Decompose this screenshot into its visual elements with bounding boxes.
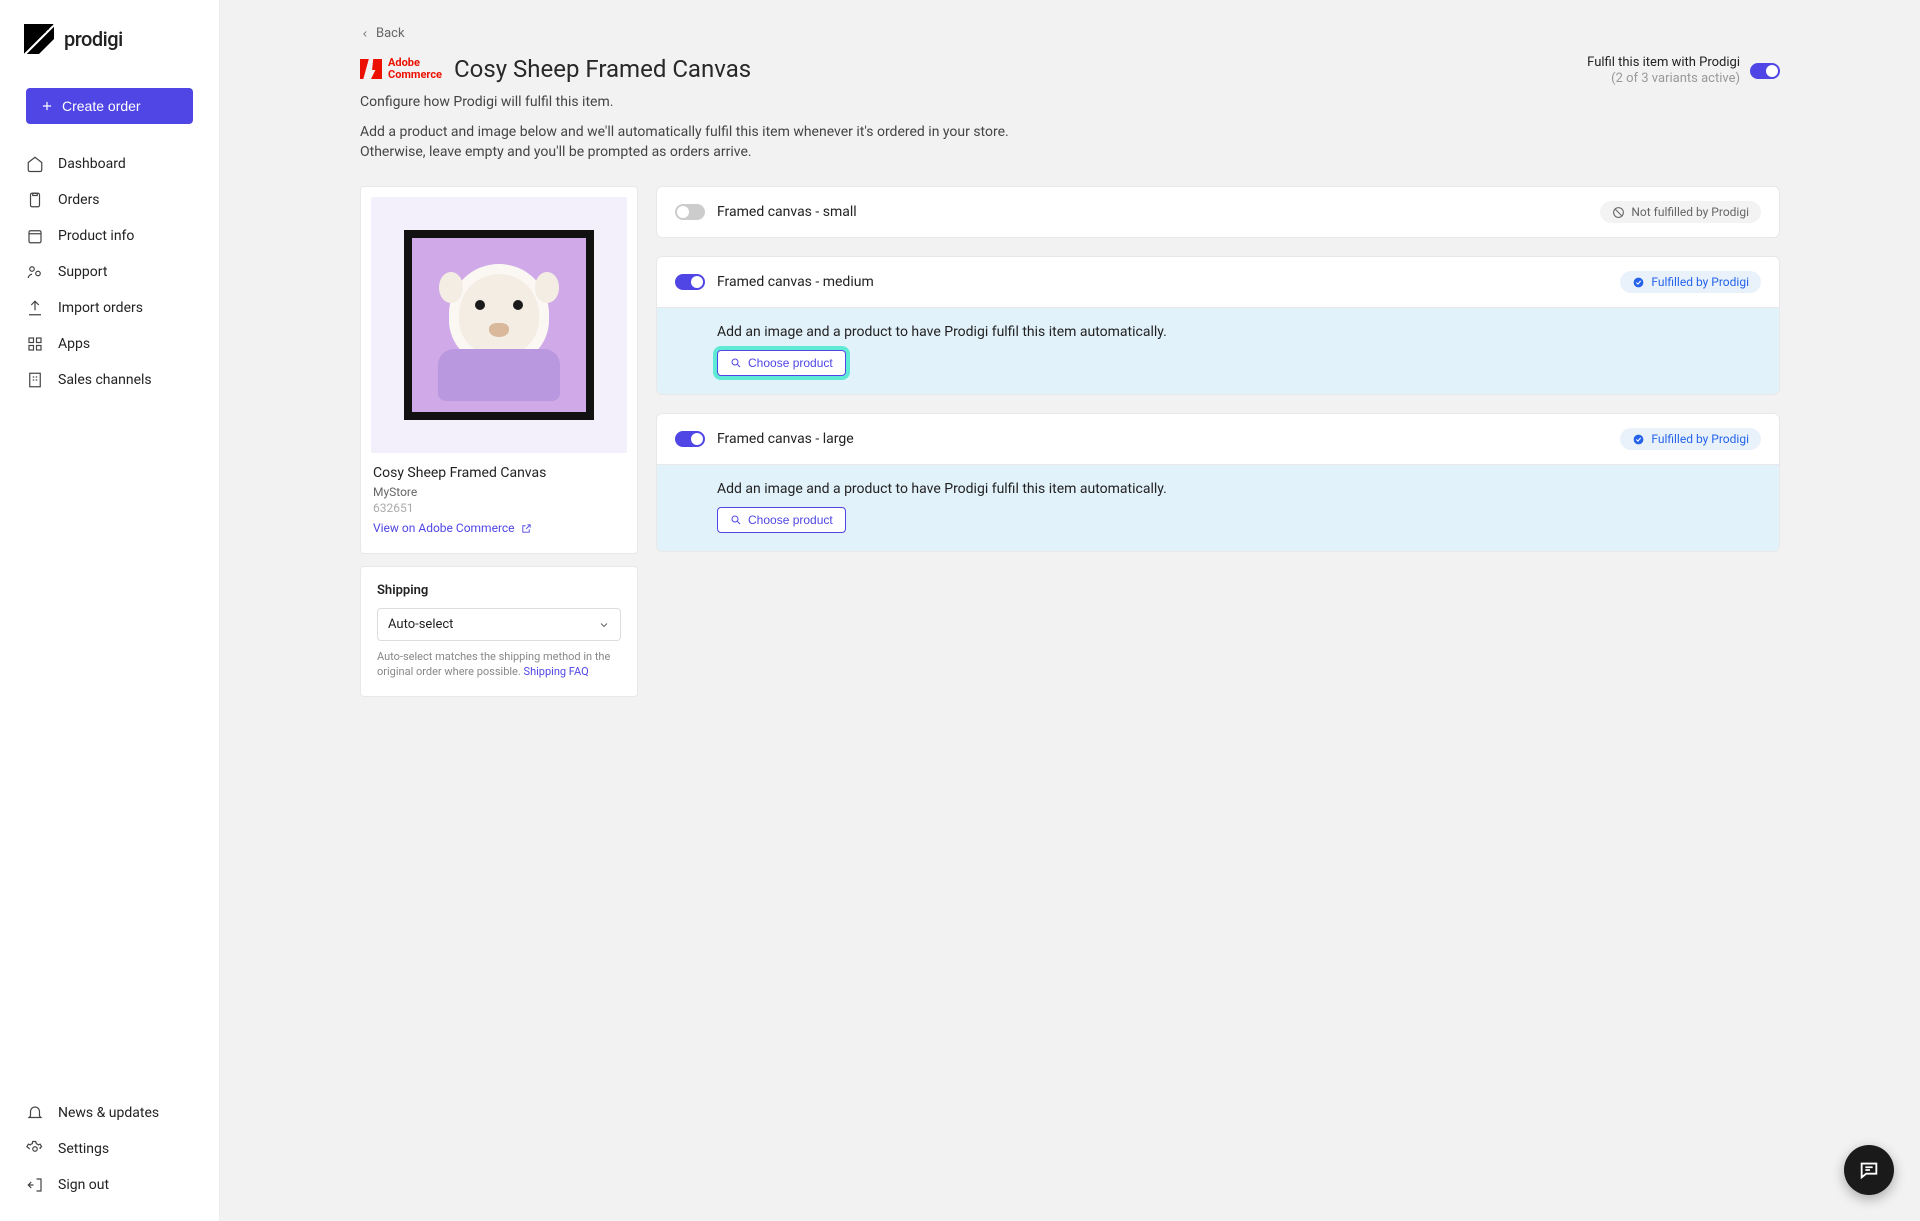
page-title: Cosy Sheep Framed Canvas bbox=[454, 55, 751, 83]
choose-product-label: Choose product bbox=[748, 356, 833, 370]
gear-icon bbox=[26, 1140, 44, 1158]
variant-row: Framed canvas - medium Fulfilled by Prod… bbox=[656, 256, 1780, 395]
badge-label: Fulfilled by Prodigi bbox=[1651, 432, 1749, 446]
building-icon bbox=[26, 371, 44, 389]
nav-label: Support bbox=[58, 264, 107, 280]
sidebar-item-apps[interactable]: Apps bbox=[0, 326, 219, 362]
fulfil-label: Fulfil this item with Prodigi bbox=[1587, 55, 1740, 70]
chat-button[interactable] bbox=[1844, 1145, 1894, 1195]
variant-toggle[interactable] bbox=[675, 431, 705, 447]
create-order-button[interactable]: Create order bbox=[26, 88, 193, 124]
sidebar-item-settings[interactable]: Settings bbox=[0, 1131, 219, 1167]
sidebar-item-support[interactable]: Support bbox=[0, 254, 219, 290]
nav-label: Sales channels bbox=[58, 372, 152, 388]
nav-label: Sign out bbox=[58, 1177, 109, 1193]
variant-prompt: Add an image and a product to have Prodi… bbox=[717, 324, 1761, 340]
variants-list: Framed canvas - small Not fulfilled by P… bbox=[656, 186, 1780, 570]
variant-name: Framed canvas - medium bbox=[717, 274, 874, 290]
nav-label: Product info bbox=[58, 228, 134, 244]
nav-label: Dashboard bbox=[58, 156, 126, 172]
back-label: Back bbox=[376, 26, 405, 41]
external-link-icon bbox=[521, 523, 532, 534]
view-external-link[interactable]: View on Adobe Commerce bbox=[373, 521, 625, 535]
signout-icon bbox=[26, 1176, 44, 1194]
variant-row: Framed canvas - small Not fulfilled by P… bbox=[656, 186, 1780, 238]
variant-row: Framed canvas - large Fulfilled by Prodi… bbox=[656, 413, 1780, 552]
fulfil-subtext: (2 of 3 variants active) bbox=[1611, 71, 1740, 86]
check-circle-icon bbox=[1632, 433, 1645, 446]
plus-icon bbox=[40, 99, 54, 113]
adobe-commerce-logo: Adobe Commerce bbox=[360, 57, 442, 81]
chevron-down-icon bbox=[598, 619, 610, 631]
shipping-faq-link[interactable]: Shipping FAQ bbox=[524, 665, 589, 678]
shipping-card: Shipping Auto-select Auto-select matches… bbox=[360, 566, 638, 697]
fulfil-toggle[interactable] bbox=[1750, 63, 1780, 79]
check-circle-icon bbox=[1632, 276, 1645, 289]
product-id: 632651 bbox=[373, 501, 625, 515]
shipping-help: Auto-select matches the shipping method … bbox=[377, 649, 621, 680]
nav-label: Settings bbox=[58, 1141, 109, 1157]
clipboard-icon bbox=[26, 191, 44, 209]
product-name: Cosy Sheep Framed Canvas bbox=[373, 465, 625, 481]
nav-label: Orders bbox=[58, 192, 100, 208]
chevron-left-icon bbox=[360, 29, 370, 39]
sidebar-item-orders[interactable]: Orders bbox=[0, 182, 219, 218]
variant-prompt: Add an image and a product to have Prodi… bbox=[717, 481, 1761, 497]
sidebar-item-news[interactable]: News & updates bbox=[0, 1095, 219, 1131]
brand-logo: prodigi bbox=[0, 24, 219, 78]
badge-label: Not fulfilled by Prodigi bbox=[1631, 205, 1749, 219]
people-icon bbox=[26, 263, 44, 281]
calendar-icon bbox=[26, 227, 44, 245]
product-card: Cosy Sheep Framed Canvas MyStore 632651 … bbox=[360, 186, 638, 554]
block-icon bbox=[1612, 206, 1625, 219]
bottom-nav: News & updates Settings Sign out bbox=[0, 1095, 219, 1203]
home-icon bbox=[26, 155, 44, 173]
create-order-label: Create order bbox=[62, 98, 141, 114]
upload-icon bbox=[26, 299, 44, 317]
variant-name: Framed canvas - large bbox=[717, 431, 854, 447]
choose-product-button[interactable]: Choose product bbox=[717, 350, 846, 376]
fulfilment-badge: Not fulfilled by Prodigi bbox=[1600, 201, 1761, 223]
fulfilment-badge: Fulfilled by Prodigi bbox=[1620, 271, 1761, 293]
nav-label: Import orders bbox=[58, 300, 143, 316]
shipping-select[interactable]: Auto-select bbox=[377, 608, 621, 641]
search-icon bbox=[730, 357, 742, 369]
sidebar-item-import-orders[interactable]: Import orders bbox=[0, 290, 219, 326]
grid-icon bbox=[26, 335, 44, 353]
variant-toggle[interactable] bbox=[675, 274, 705, 290]
sidebar-item-signout[interactable]: Sign out bbox=[0, 1167, 219, 1203]
subtitle: Configure how Prodigi will fulfil this i… bbox=[360, 94, 1780, 110]
fulfil-toggle-group: Fulfil this item with Prodigi (2 of 3 va… bbox=[1587, 55, 1780, 86]
nav-label: News & updates bbox=[58, 1105, 159, 1121]
variant-name: Framed canvas - small bbox=[717, 204, 857, 220]
description-2: Otherwise, leave empty and you'll be pro… bbox=[360, 144, 1780, 160]
prodigi-mark-icon bbox=[24, 24, 54, 54]
back-button[interactable]: Back bbox=[360, 26, 1780, 41]
sidebar-item-product-info[interactable]: Product info bbox=[0, 218, 219, 254]
brand-name: prodigi bbox=[64, 27, 123, 51]
sidebar: prodigi Create order Dashboard Orders Pr… bbox=[0, 0, 220, 1221]
shipping-title: Shipping bbox=[377, 583, 621, 598]
badge-label: Fulfilled by Prodigi bbox=[1651, 275, 1749, 289]
choose-product-label: Choose product bbox=[748, 513, 833, 527]
chat-icon bbox=[1858, 1159, 1880, 1181]
main-content: Back Adobe Commerce Cosy Sheep Framed Ca… bbox=[220, 0, 1920, 1221]
main-nav: Dashboard Orders Product info Support Im… bbox=[0, 146, 219, 1095]
view-link-label: View on Adobe Commerce bbox=[373, 521, 515, 535]
adobe-mark-icon bbox=[360, 59, 382, 79]
choose-product-highlight: Choose product bbox=[717, 350, 846, 376]
sidebar-item-dashboard[interactable]: Dashboard bbox=[0, 146, 219, 182]
choose-product-button[interactable]: Choose product bbox=[717, 507, 846, 533]
description-1: Add a product and image below and we'll … bbox=[360, 124, 1780, 140]
shipping-selected-value: Auto-select bbox=[388, 617, 453, 632]
search-icon bbox=[730, 514, 742, 526]
bell-icon bbox=[26, 1104, 44, 1122]
variant-toggle[interactable] bbox=[675, 204, 705, 220]
product-store: MyStore bbox=[373, 485, 625, 499]
fulfilment-badge: Fulfilled by Prodigi bbox=[1620, 428, 1761, 450]
nav-label: Apps bbox=[58, 336, 90, 352]
product-image bbox=[371, 197, 627, 453]
sidebar-item-sales-channels[interactable]: Sales channels bbox=[0, 362, 219, 398]
platform-label-2: Commerce bbox=[388, 69, 442, 81]
